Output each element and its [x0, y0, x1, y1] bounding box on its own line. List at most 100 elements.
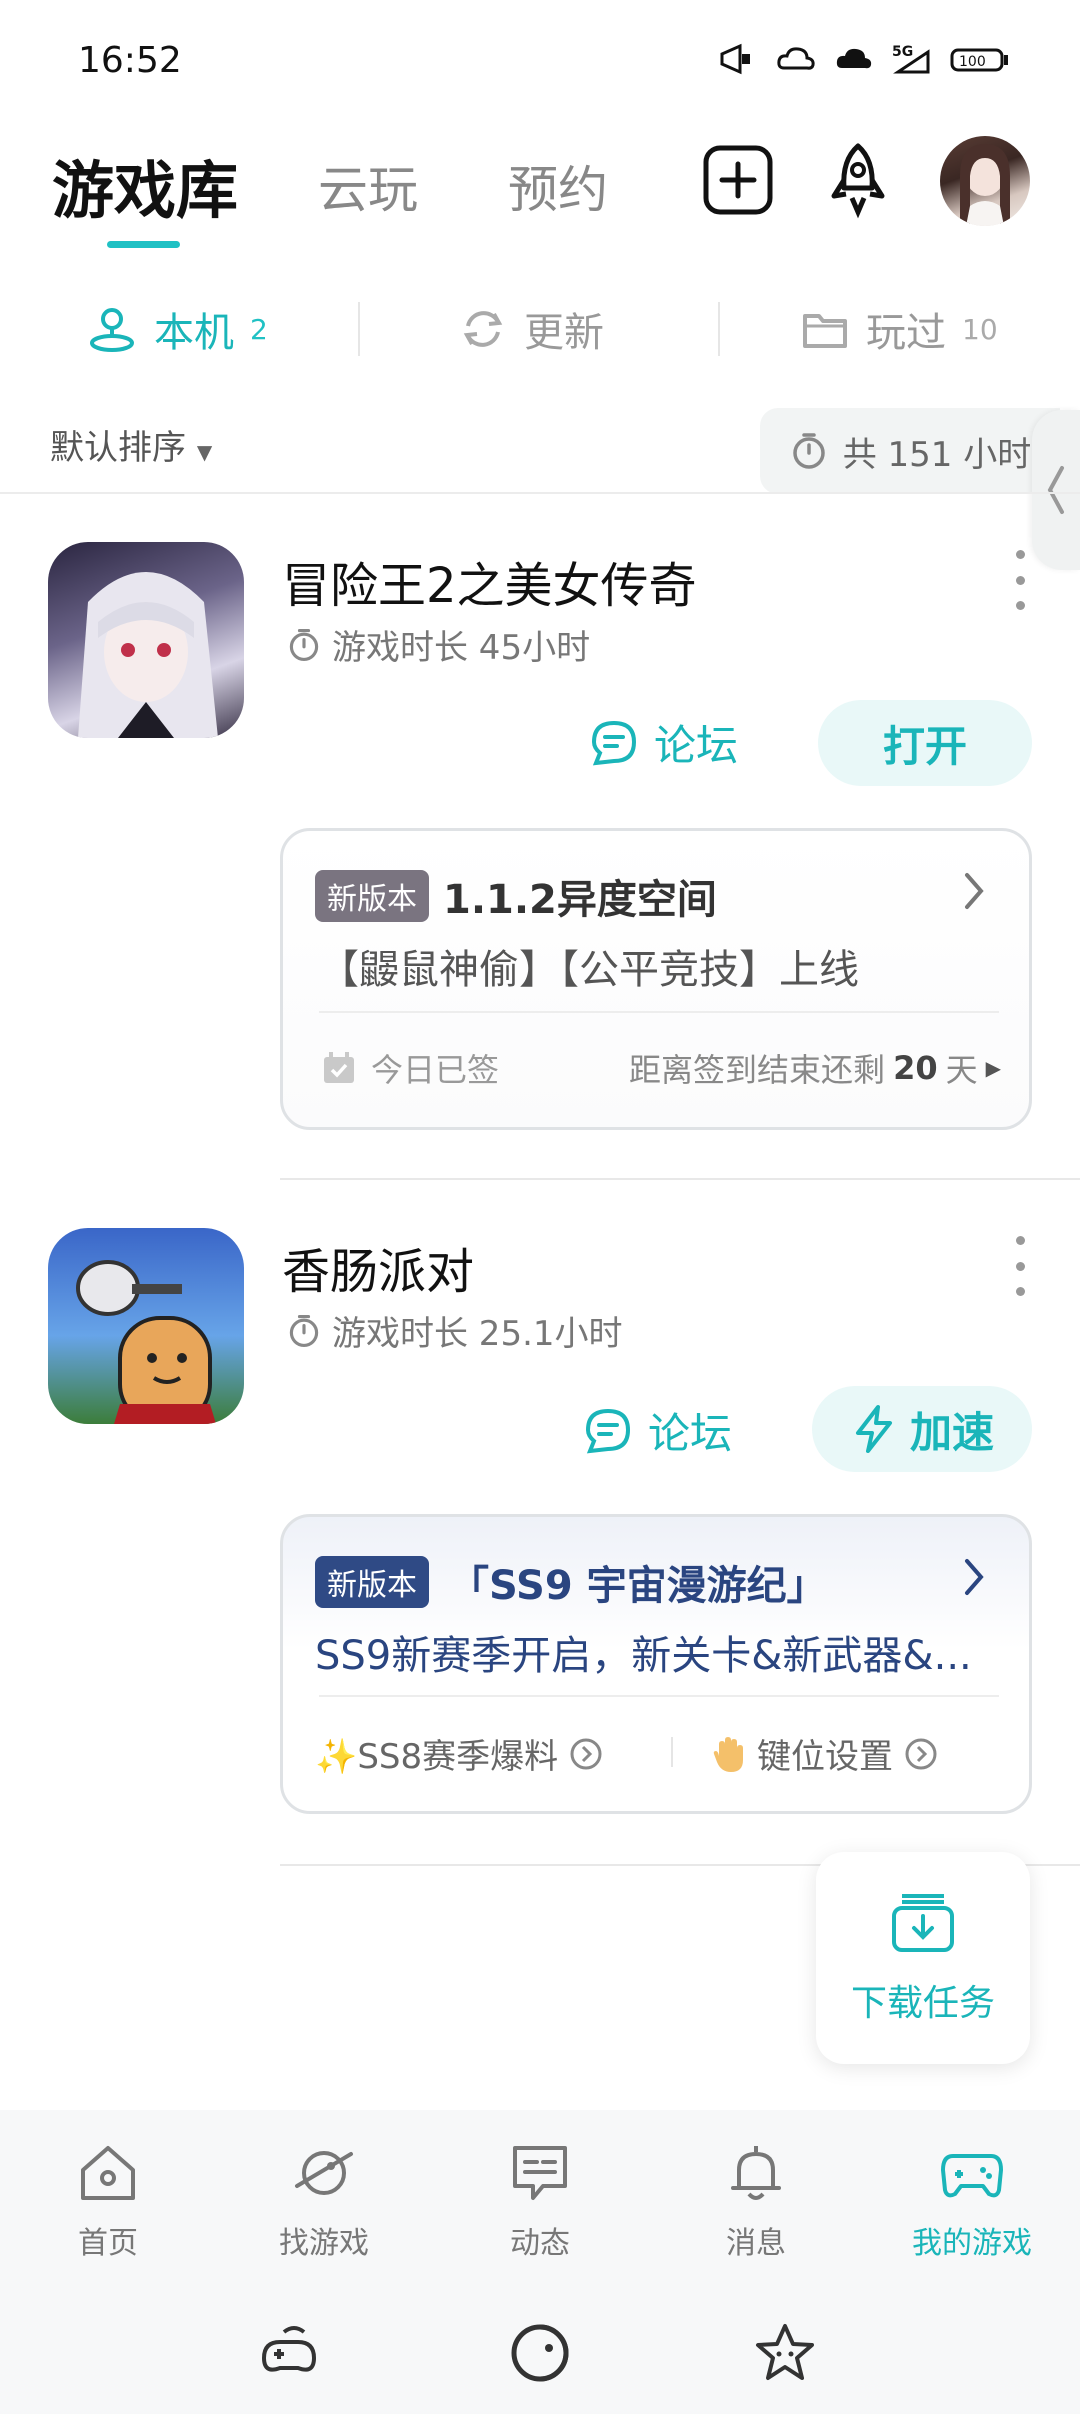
subtab-divider [718, 302, 720, 356]
update-desc: 【鼹鼠神偷】【公平竞技】上线 [319, 947, 859, 993]
more-options-icon[interactable] [1010, 550, 1030, 610]
update-desc: SS9新赛季开启，新关卡&新武器&... [315, 1633, 972, 1679]
folder-icon [803, 314, 847, 348]
download-task-label: 下载任务 [850, 1983, 995, 2024]
nav-my-games-label: 我的游戏 [912, 2226, 1032, 2261]
forum-icon [591, 720, 637, 765]
subtab-played[interactable]: 玩过 10 [800, 300, 998, 358]
countdown-prefix: 距离签到结束还剩 [629, 1051, 886, 1089]
season-news-label: ✨SS8赛季爆料 [315, 1737, 559, 1777]
update-title: 1.1.2异度空间 [443, 877, 717, 923]
nav-home-label: 首页 [78, 2226, 138, 2261]
new-version-badge: 新版本 [315, 870, 429, 922]
gamepad-icon [941, 2154, 1003, 2198]
subtab-divider [358, 302, 360, 356]
star-icon[interactable] [750, 2318, 820, 2388]
accelerate-label: 加速 [909, 1407, 994, 1457]
season-news-link[interactable]: ✨SS8赛季爆料 [315, 1729, 604, 1778]
nav-feed[interactable]: 动态 [432, 2140, 648, 2262]
forum-icon [585, 1408, 631, 1453]
divider [280, 1178, 1080, 1180]
stopwatch-icon [289, 628, 319, 661]
game-title[interactable]: 香肠派对 [282, 1232, 474, 1302]
new-version-badge: 新版本 [315, 1556, 429, 1608]
chevron-right-icon [965, 1559, 984, 1595]
nav-find-games[interactable]: 找游戏 [216, 2140, 432, 2262]
game-playtime: 游戏时长 45小时 [286, 620, 590, 669]
total-playtime-pill: 共 151 小时 [760, 408, 1060, 494]
avatar[interactable] [940, 136, 1030, 226]
countdown-days: 20 [893, 1049, 938, 1087]
game-title[interactable]: 冒险王2之美女传奇 [282, 546, 697, 616]
card-divider [319, 1695, 999, 1697]
update-card[interactable]: 新版本 1.1.2异度空间 【鼹鼠神偷】【公平竞技】上线 今日已签 距离签到结束… [280, 828, 1032, 1130]
nav-home[interactable]: 首页 [0, 2140, 216, 2262]
subtab-local[interactable]: 本机 2 [86, 300, 268, 358]
forum-button[interactable]: 论坛 [582, 1400, 732, 1461]
tab-reservations[interactable]: 预约 [508, 150, 608, 222]
home-icon [81, 2146, 135, 2200]
game-icon-sausage-party[interactable] [48, 1228, 244, 1424]
battery-level: 100 [959, 54, 986, 70]
cloud-icon [777, 47, 815, 70]
forum-label: 论坛 [648, 1409, 733, 1458]
game-space-icon[interactable] [505, 2318, 575, 2388]
forum-label: 论坛 [654, 721, 739, 770]
5g-signal-icon: 5G [892, 44, 930, 74]
svg-text:5G: 5G [892, 44, 913, 60]
circle-arrow-right-icon [905, 1738, 937, 1769]
forum-button[interactable]: 论坛 [588, 712, 738, 773]
chevron-left-icon [1047, 466, 1064, 514]
update-title: 「SS9 宇宙漫游纪」 [449, 1563, 827, 1609]
subtab-updates[interactable]: 更新 [458, 300, 604, 358]
caret-right-icon: ▶ [985, 1056, 1001, 1080]
sort-dropdown[interactable]: 默认排序 ▼ [50, 420, 212, 469]
active-tab-indicator [107, 241, 180, 248]
game-playtime-text: 游戏时长 25.1小时 [332, 1314, 623, 1354]
nav-messages-label: 消息 [726, 2226, 786, 2261]
side-drawer-handle[interactable] [1032, 410, 1080, 570]
megaphone-icon [720, 43, 750, 75]
add-icon[interactable] [698, 140, 778, 220]
more-options-icon[interactable] [1010, 1236, 1030, 1296]
subtab-played-count: 10 [962, 312, 998, 346]
stopwatch-icon [289, 1314, 319, 1347]
accelerate-button[interactable]: 加速 [812, 1386, 1032, 1472]
game-assistant-icon[interactable] [254, 2318, 324, 2388]
tab-cloud-play[interactable]: 云玩 [318, 150, 418, 222]
update-card-header: 新版本 「SS9 宇宙漫游纪」 [315, 1553, 995, 1611]
subtab-local-count: 2 [250, 312, 268, 346]
total-playtime: 共 151 小时 [842, 434, 1032, 475]
caret-down-icon: ▼ [196, 440, 213, 464]
signed-label: 今日已签 [371, 1051, 500, 1089]
calendar-check-icon [324, 1052, 354, 1083]
subtab-played-label: 玩过 [866, 310, 946, 356]
update-card-header: 新版本 1.1.2异度空间 [315, 867, 995, 925]
cloud-game-icon [836, 48, 872, 69]
my-games-screen: { "status_bar": { "time": "16:52", "icon… [0, 0, 1080, 2414]
chevron-right-icon [965, 873, 984, 909]
nav-messages[interactable]: 消息 [648, 2140, 864, 2262]
status-time: 16:52 [78, 40, 182, 81]
lightning-icon [855, 1405, 892, 1453]
divider [0, 492, 1080, 494]
open-label: 打开 [882, 721, 967, 771]
open-game-button[interactable]: 打开 [818, 700, 1032, 786]
update-card[interactable]: 新版本 「SS9 宇宙漫游纪」 SS9新赛季开启，新关卡&新武器&... ✨SS… [280, 1514, 1032, 1814]
download-task-button[interactable]: 下载任务 [816, 1852, 1030, 2064]
card-divider [319, 1011, 999, 1013]
location-person-icon [90, 308, 134, 352]
game-icon-adventure-king[interactable] [48, 542, 244, 738]
status-icons: 5G 100 [718, 42, 1010, 76]
key-settings-link[interactable]: 键位设置 [711, 1729, 939, 1778]
subtab-local-label: 本机 [154, 310, 234, 356]
chat-card-icon [513, 2146, 567, 2200]
sign-countdown[interactable]: 距离签到结束还剩 20 天 ▶ [629, 1045, 1001, 1091]
battery-icon: 100 [950, 48, 1008, 72]
nav-feed-label: 动态 [510, 2226, 570, 2261]
nav-my-games[interactable]: 我的游戏 [864, 2140, 1080, 2262]
rocket-icon[interactable] [818, 140, 898, 220]
tab-game-library[interactable]: 游戏库 [52, 140, 238, 230]
subtab-updates-label: 更新 [524, 310, 604, 356]
download-tray-icon [892, 1894, 954, 1952]
